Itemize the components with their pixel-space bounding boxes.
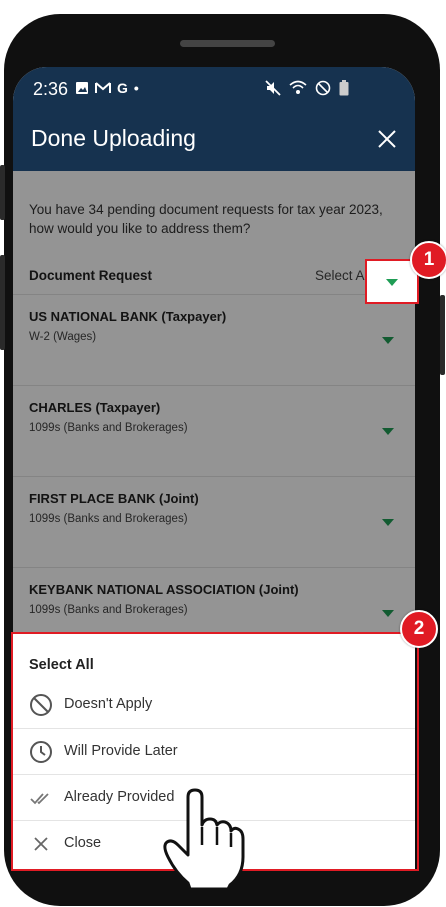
status-left-icons: G • — [75, 80, 139, 96]
gallery-icon — [76, 82, 88, 94]
gmail-icon — [95, 82, 111, 93]
battery-icon — [339, 80, 349, 96]
status-right-icons — [265, 80, 349, 96]
power-button — [440, 295, 445, 375]
close-icon[interactable] — [375, 127, 399, 151]
speaker-grille — [180, 40, 275, 47]
status-bar: 2:36 G • — [13, 67, 415, 113]
notification-dot: • — [133, 80, 139, 96]
volume-button — [0, 255, 5, 350]
page-title: Done Uploading — [31, 125, 196, 151]
chevron-down-icon — [386, 279, 398, 286]
status-time: 2:36 — [33, 79, 69, 99]
mute-icon — [265, 80, 281, 96]
google-icon: G — [117, 80, 128, 96]
app-header: Done Uploading — [13, 113, 415, 171]
do-not-disturb-icon — [315, 80, 331, 96]
volume-button — [0, 165, 5, 220]
callout-badge-2: 2 — [400, 610, 438, 648]
wifi-icon — [289, 80, 307, 94]
pointer-hand-icon — [163, 788, 245, 891]
callout-badge-1: 1 — [410, 241, 446, 279]
